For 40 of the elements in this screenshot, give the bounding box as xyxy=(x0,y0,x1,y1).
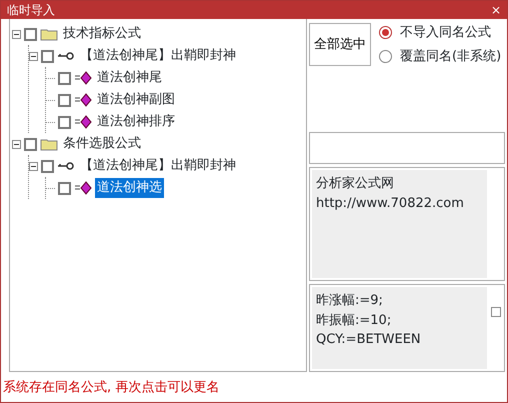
collapse-icon[interactable] xyxy=(12,30,21,38)
tree-item[interactable]: 技术指标公式 xyxy=(61,24,143,44)
tree-item[interactable]: 【道法创神尾】出鞘即封神 xyxy=(78,46,238,66)
collapse-icon[interactable] xyxy=(12,140,21,148)
tree-checkbox[interactable] xyxy=(24,138,37,150)
tree-item[interactable]: 道法创神选 xyxy=(95,178,164,198)
diamond-icon xyxy=(74,181,92,195)
tree-checkbox[interactable] xyxy=(58,94,71,106)
tree-checkbox[interactable] xyxy=(41,50,54,62)
tree-checkbox[interactable] xyxy=(58,116,71,128)
collapse-icon[interactable] xyxy=(29,52,38,60)
tree-item[interactable]: 【道法创神尾】出鞘即封神 xyxy=(78,156,238,176)
info-line: 分析家公式网 xyxy=(316,175,395,193)
collapse-icon[interactable] xyxy=(29,162,38,170)
tree-item[interactable]: 道法创神尾 xyxy=(95,68,164,88)
tree-checkbox[interactable] xyxy=(24,28,37,40)
diamond-icon xyxy=(74,93,92,107)
tree-checkbox[interactable] xyxy=(58,182,71,194)
tree-item[interactable]: 道法创神副图 xyxy=(95,90,177,110)
select-all-button[interactable]: 全部选中 xyxy=(309,23,371,66)
tree-item[interactable]: 条件选股公式 xyxy=(61,134,143,154)
tree-checkbox[interactable] xyxy=(58,72,71,84)
option-label[interactable]: 覆盖同名(非系统) xyxy=(400,46,502,66)
code-line: 昨振幅:=10; xyxy=(316,312,392,330)
folder-icon xyxy=(40,27,58,41)
window-title: 临时导入 xyxy=(7,2,55,18)
radio-button[interactable] xyxy=(379,26,392,40)
radio-button[interactable] xyxy=(379,50,392,63)
folder-icon xyxy=(40,137,58,151)
option-label[interactable]: 不导入同名公式 xyxy=(400,23,491,42)
status-message: 系统存在同名公式, 再次点击可以更名 xyxy=(3,380,220,395)
diamond-icon xyxy=(74,71,92,85)
checkbox[interactable] xyxy=(491,307,501,317)
code-line: QCY:=BETWEEN xyxy=(316,331,422,349)
tree-checkbox[interactable] xyxy=(41,160,54,172)
diamond-icon xyxy=(74,115,92,129)
code-line: 昨涨幅:=9; xyxy=(316,292,384,310)
info-line: http://www.70822.com xyxy=(316,194,465,212)
close-button[interactable]: × xyxy=(490,2,501,18)
tree-item[interactable]: 道法创神排序 xyxy=(95,112,177,132)
